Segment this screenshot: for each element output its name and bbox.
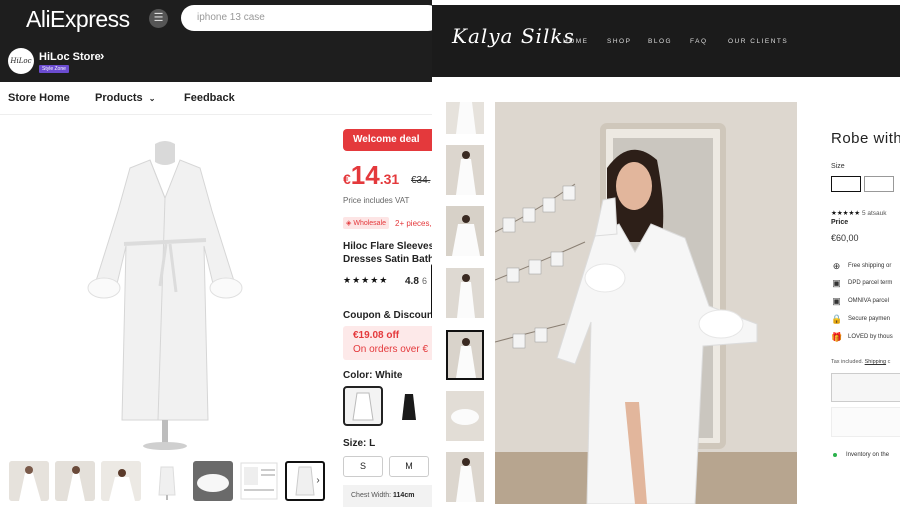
aliexpress-window: AliExpress ☰ iphone 13 case HiLoc HiLoc … [0,0,434,516]
thumbnail[interactable] [55,461,95,501]
product-thumbnail[interactable] [446,391,484,441]
feature-text: DPD parcel term [848,280,893,286]
inventory-text: Inventory on the [846,452,890,458]
size-label: Size [831,163,845,170]
store-avatar[interactable]: HiLoc [8,48,34,74]
thumbnail[interactable] [9,461,49,501]
nav-our-clients[interactable]: OUR CLIENTS [728,38,788,45]
rating-stars[interactable]: ★★★★★ [343,275,388,286]
product-thumbnail-selected[interactable] [446,330,484,380]
screen: AliExpress ☰ iphone 13 case HiLoc HiLoc … [0,0,900,516]
size-option-s[interactable]: S [343,456,383,477]
thumbnail[interactable] [193,461,233,501]
package-icon: ▣ [832,296,841,306]
thumbnail[interactable] [147,461,187,501]
tag-icon: ◈ [346,220,352,227]
coupon-condition: On orders over € [353,344,429,355]
store-name[interactable]: HiLoc Store [39,51,101,63]
product-title: Robe with [831,130,900,147]
nav-faq[interactable]: FAQ [690,38,708,45]
price-currency: € [343,171,351,187]
aliexpress-header: AliExpress ☰ iphone 13 case HiLoc HiLoc … [0,0,434,82]
gift-icon: 🎁 [831,332,843,342]
tax-note: Tax included. Shipping c [831,359,890,365]
chevron-down-icon: ⌄ [148,94,156,103]
wholesale-label: Wholesale [353,220,387,227]
price-decimal: .31 [379,171,400,187]
store-nav: Store Home Products ⌄ Feedback [0,82,434,115]
nav-products-label: Products [95,92,143,104]
price-value: €60,00 [831,233,859,243]
nav-shop[interactable]: SHOP [607,38,631,45]
chest-width-info: Chest Width: 114cm [343,485,434,507]
review-count[interactable]: 6 [422,276,427,286]
size-label: Size: L [343,438,376,449]
feature-text: OMNIVA parcel [848,298,889,304]
rating-row[interactable]: ★★★★★ 5 atsauk [831,209,887,217]
coupon-card[interactable]: €19.08 off On orders over € [343,326,434,360]
nav-products[interactable]: Products ⌄ [95,92,155,104]
nav-blog[interactable]: BLOG [648,38,672,45]
globe-icon: ⊕ [832,261,841,271]
lock-icon: 🔒 [831,314,843,324]
size-option-m[interactable]: M [389,456,429,477]
add-to-cart-button[interactable] [831,407,900,437]
tax-note-rest: c [887,359,891,365]
product-thumbnail[interactable] [446,452,484,502]
feature-text: LOVED by thous [848,334,893,340]
nav-feedback[interactable]: Feedback [184,92,235,104]
current-price: €14.31 [343,160,399,191]
status-dot [833,453,837,457]
coupon-amount: €19.08 off [353,330,400,341]
color-label: Color: White [343,370,403,381]
product-title: Hiloc Flare Sleeves Dresses Satin Bath [343,241,434,265]
product-thumbnail[interactable] [446,268,484,318]
size-option[interactable] [864,176,894,192]
wholesale-badge: ◈ Wholesale [343,217,390,229]
aliexpress-logo[interactable]: AliExpress [26,6,130,33]
chest-width-value: 114cm [393,492,415,499]
menu-icon[interactable]: ☰ [149,9,168,28]
product-main-photo[interactable] [495,102,797,504]
thumbnail[interactable] [239,461,279,501]
kalya-logo[interactable]: Kalya Silks [452,24,575,48]
feature-text: Free shipping or [848,263,892,269]
tax-note-text: Tax included. [831,359,864,365]
shipping-link[interactable]: Shipping [865,359,886,365]
chest-width-label: Chest Width: [351,492,392,499]
size-option-selected[interactable] [831,176,861,192]
product-thumbnail[interactable] [446,102,484,134]
color-swatch-white[interactable] [343,386,383,426]
search-input[interactable]: iphone 13 case [181,5,434,31]
kalya-silks-window: Kalya Silks HOME SHOP BLOG FAQ OUR CLIEN… [432,0,900,516]
chevron-right-icon[interactable]: › [100,48,104,63]
rating-value: 4.8 [405,276,419,287]
kalya-header: Kalya Silks HOME SHOP BLOG FAQ OUR CLIEN… [432,0,900,77]
thumbnail[interactable] [101,461,141,501]
wholesale-note: 2+ pieces, [395,219,432,228]
product-info: Welcome deal €14.31 €34. Price includes … [336,116,434,516]
product-thumbnail[interactable] [446,145,484,195]
vat-note: Price includes VAT [343,196,410,205]
rating-stars: ★★★★★ [831,210,861,217]
quantity-field[interactable] [831,373,900,402]
feature-text: Secure paymen [848,316,891,322]
coupon-title: Coupon & Discoun [343,310,433,321]
announcement-bar [432,0,900,5]
original-price: €34. [411,175,431,186]
review-count: 5 atsauk [861,210,887,217]
price-integer: 14 [350,160,380,190]
product-main-image[interactable] [0,116,336,456]
nav-home[interactable]: HOME [563,38,589,45]
chevron-right-icon[interactable]: › [310,461,326,501]
product-thumbnail[interactable] [446,206,484,256]
color-swatch-black[interactable] [389,386,429,426]
store-badge: Style Zone [39,65,69,73]
welcome-deal-badge: Welcome deal [343,129,434,151]
nav-store-home[interactable]: Store Home [8,92,70,104]
price-label: Price [831,219,849,226]
package-icon: ▣ [832,278,841,288]
